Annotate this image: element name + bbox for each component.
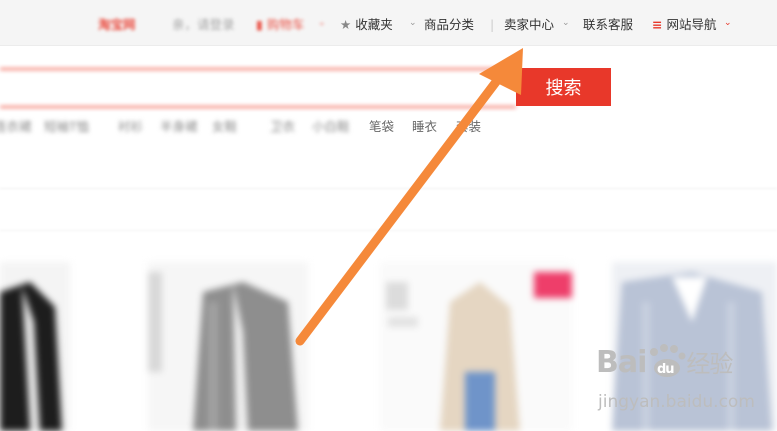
cart-link[interactable]: ▮ 购物车 bbox=[256, 17, 304, 33]
cart-label: 购物车 bbox=[266, 17, 305, 32]
section-divider bbox=[0, 188, 777, 189]
chevron-down-icon: ⌄ bbox=[409, 18, 417, 28]
svg-text:du: du bbox=[657, 362, 674, 377]
watermark-url: jingyan.baidu.com bbox=[598, 392, 755, 412]
hot-word[interactable]: 卫衣 bbox=[270, 116, 295, 135]
search-button[interactable]: 搜索 bbox=[516, 68, 611, 106]
hot-word[interactable]: 女鞋 bbox=[212, 116, 237, 135]
chevron-down-icon: ⌄ bbox=[318, 18, 326, 28]
login-link[interactable]: 亲，请登录 bbox=[172, 17, 235, 33]
site-logo-link[interactable]: 淘宝网 bbox=[98, 17, 136, 33]
coat-image bbox=[380, 262, 572, 431]
hot-word[interactable]: 衬衫 bbox=[118, 116, 143, 135]
product-image[interactable] bbox=[0, 262, 70, 431]
watermark-brand: Bai du 经验 bbox=[596, 344, 733, 380]
menu-icon: ≡ bbox=[652, 17, 663, 32]
nav-separator: | bbox=[490, 17, 495, 32]
cart-icon: ▮ bbox=[256, 17, 263, 32]
hot-word[interactable]: 半身裙 bbox=[160, 116, 198, 135]
star-icon: ★ bbox=[340, 17, 352, 32]
watermark: Bai du 经验 jingyan.baidu.com bbox=[596, 344, 772, 414]
hot-word[interactable]: 短袖T恤 bbox=[44, 116, 89, 135]
hot-word[interactable]: 笔袋 bbox=[369, 116, 394, 135]
section-divider bbox=[0, 230, 777, 231]
hot-word[interactable]: 睡衣 bbox=[412, 116, 437, 135]
blazer-image bbox=[148, 262, 308, 431]
hot-word[interactable]: 套装 bbox=[456, 116, 481, 135]
paw-icon: du bbox=[650, 344, 686, 377]
favorites-label: 收藏夹 bbox=[355, 17, 393, 32]
categories-link[interactable]: 商品分类 bbox=[424, 17, 474, 33]
product-image[interactable] bbox=[148, 262, 308, 431]
favorites-link[interactable]: ★ 收藏夹 bbox=[340, 17, 393, 33]
hot-word[interactable]: 连衣裙 bbox=[0, 116, 32, 135]
search-input[interactable] bbox=[0, 68, 516, 108]
product-image[interactable] bbox=[380, 262, 572, 431]
hot-word[interactable]: 小白鞋 bbox=[312, 116, 350, 135]
seller-center-link[interactable]: 卖家中心 bbox=[504, 17, 554, 33]
site-nav-label: 网站导航 bbox=[666, 17, 717, 32]
chevron-down-icon: ⌄ bbox=[562, 18, 570, 28]
site-nav-link[interactable]: ≡ 网站导航 bbox=[652, 17, 716, 33]
jacket-image bbox=[0, 262, 70, 431]
top-navigation-bar: 淘宝网 亲，请登录 ▮ 购物车 ⌄ ★ 收藏夹 ⌄ 商品分类 | 卖家中心 ⌄ … bbox=[0, 0, 777, 46]
chevron-down-icon: ⌄ bbox=[724, 18, 732, 28]
customer-service-link[interactable]: 联系客服 bbox=[583, 17, 633, 33]
